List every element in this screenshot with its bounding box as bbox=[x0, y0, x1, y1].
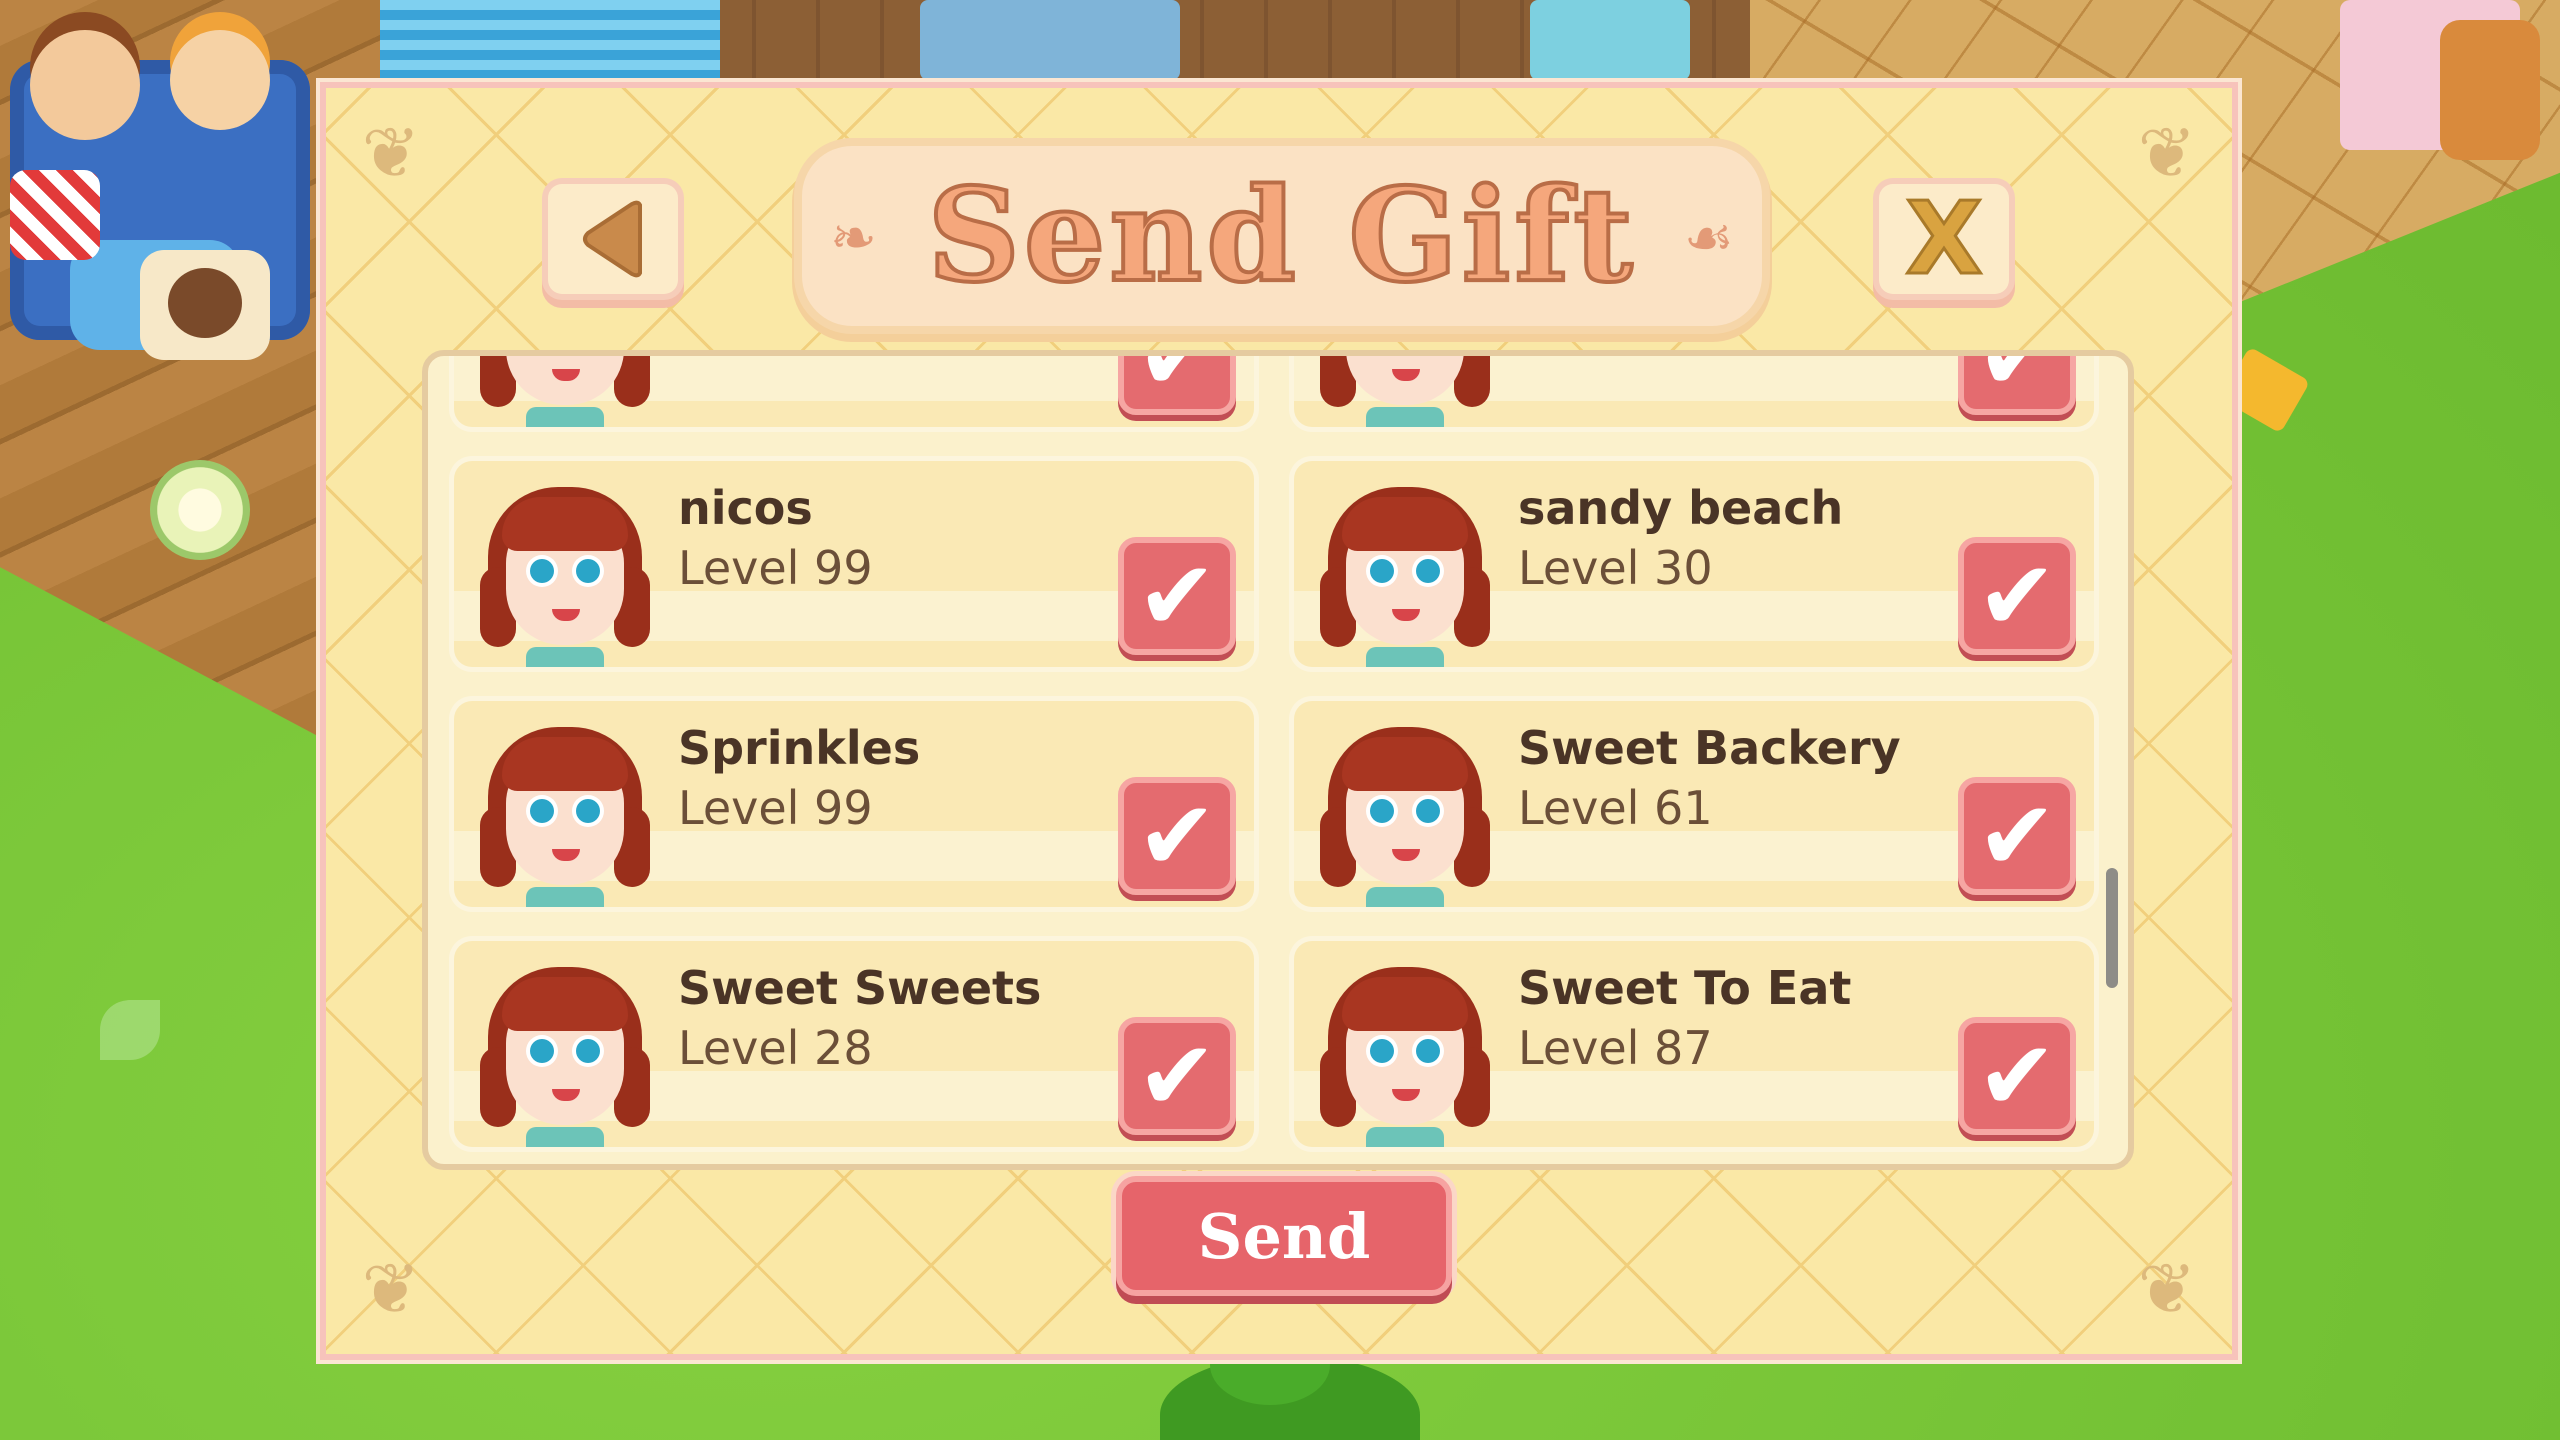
blue-rug bbox=[380, 0, 720, 80]
corner-ornament-icon: ❦ bbox=[2137, 112, 2197, 194]
friend-avatar bbox=[480, 967, 650, 1147]
select-checkbox[interactable]: ✔ bbox=[1118, 350, 1236, 415]
friend-avatar bbox=[1320, 356, 1490, 427]
checkered-pillow bbox=[10, 170, 100, 260]
send-gift-dialog: ❦ ❦ ❦ ❦ ❧ Send Gift ☙ X ✔ ✔ nicos Level … bbox=[320, 82, 2238, 1360]
reading-kid-avatar bbox=[30, 30, 140, 140]
select-checkbox[interactable]: ✔ bbox=[1958, 1017, 2076, 1135]
checkmark-icon: ✔ bbox=[1136, 350, 1218, 412]
select-checkbox[interactable]: ✔ bbox=[1118, 537, 1236, 655]
close-icon: X bbox=[1904, 180, 1984, 297]
leaf-decoration bbox=[100, 1000, 160, 1060]
select-checkbox[interactable]: ✔ bbox=[1958, 537, 2076, 655]
friend-card[interactable]: Sweet Sweets Level 28 ✔ bbox=[454, 941, 1254, 1147]
friend-card[interactable]: nicos Level 99 ✔ bbox=[454, 461, 1254, 667]
checkmark-icon: ✔ bbox=[1976, 350, 2058, 412]
friend-name: Sweet Backery bbox=[1518, 721, 1901, 775]
friend-avatar bbox=[1320, 487, 1490, 667]
friend-avatar bbox=[480, 727, 650, 907]
friend-name: sandy beach bbox=[1518, 481, 1844, 535]
bear-pillow-decoration bbox=[140, 250, 270, 360]
friend-name: nicos bbox=[678, 481, 813, 535]
send-button[interactable]: Send bbox=[1116, 1176, 1452, 1296]
corner-ornament-icon: ❦ bbox=[361, 1248, 421, 1330]
friends-list[interactable]: ✔ ✔ nicos Level 99 ✔ sandy beach Level 3… bbox=[422, 350, 2134, 1170]
friend-name: Sweet To Eat bbox=[1518, 961, 1852, 1015]
friend-card[interactable]: Sweet To Eat Level 87 ✔ bbox=[1294, 941, 2094, 1147]
select-checkbox[interactable]: ✔ bbox=[1958, 350, 2076, 415]
friend-level: Level 28 bbox=[678, 1021, 873, 1075]
friend-level: Level 61 bbox=[1518, 781, 1713, 835]
select-checkbox[interactable]: ✔ bbox=[1118, 777, 1236, 895]
checkmark-icon: ✔ bbox=[1136, 780, 1218, 892]
friend-avatar bbox=[480, 356, 650, 427]
checkmark-icon: ✔ bbox=[1136, 540, 1218, 652]
corner-ornament-icon: ❦ bbox=[361, 112, 421, 194]
friend-avatar bbox=[1320, 727, 1490, 907]
friend-name: Sprinkles bbox=[678, 721, 921, 775]
list-scrollbar[interactable] bbox=[2106, 868, 2118, 988]
gift-table bbox=[1530, 0, 1690, 80]
select-checkbox[interactable]: ✔ bbox=[1118, 1017, 1236, 1135]
dialog-title: Send Gift bbox=[925, 159, 1637, 313]
back-button[interactable] bbox=[548, 184, 678, 294]
friend-card[interactable]: Sprinkles Level 99 ✔ bbox=[454, 701, 1254, 907]
friend-avatar bbox=[1320, 967, 1490, 1147]
checkmark-icon: ✔ bbox=[1136, 1020, 1218, 1132]
friend-name: Sweet Sweets bbox=[678, 961, 1042, 1015]
friend-card[interactable]: Sweet Backery Level 61 ✔ bbox=[1294, 701, 2094, 907]
friend-avatar bbox=[480, 487, 650, 667]
display-counter bbox=[920, 0, 1180, 80]
reading-kid-avatar bbox=[170, 30, 270, 130]
checkmark-icon: ✔ bbox=[1976, 780, 2058, 892]
bread-basket bbox=[2440, 20, 2540, 160]
back-arrow-icon bbox=[583, 200, 642, 278]
friend-level: Level 99 bbox=[678, 781, 873, 835]
friend-level: Level 30 bbox=[1518, 541, 1713, 595]
friend-level: Level 99 bbox=[678, 541, 873, 595]
friend-card[interactable]: sandy beach Level 30 ✔ bbox=[1294, 461, 2094, 667]
friend-card[interactable]: ✔ bbox=[1294, 350, 2094, 427]
checkmark-icon: ✔ bbox=[1976, 1020, 2058, 1132]
corner-ornament-icon: ❦ bbox=[2137, 1248, 2197, 1330]
close-button[interactable]: X bbox=[1879, 184, 2009, 294]
checkmark-icon: ✔ bbox=[1976, 540, 2058, 652]
friend-card[interactable]: ✔ bbox=[454, 350, 1254, 427]
title-plate: ❧ Send Gift ☙ bbox=[802, 146, 1762, 326]
friend-level: Level 87 bbox=[1518, 1021, 1713, 1075]
flower-pot-decoration bbox=[150, 460, 250, 560]
title-ornament-icon: ☙ bbox=[1683, 206, 1734, 271]
select-checkbox[interactable]: ✔ bbox=[1958, 777, 2076, 895]
